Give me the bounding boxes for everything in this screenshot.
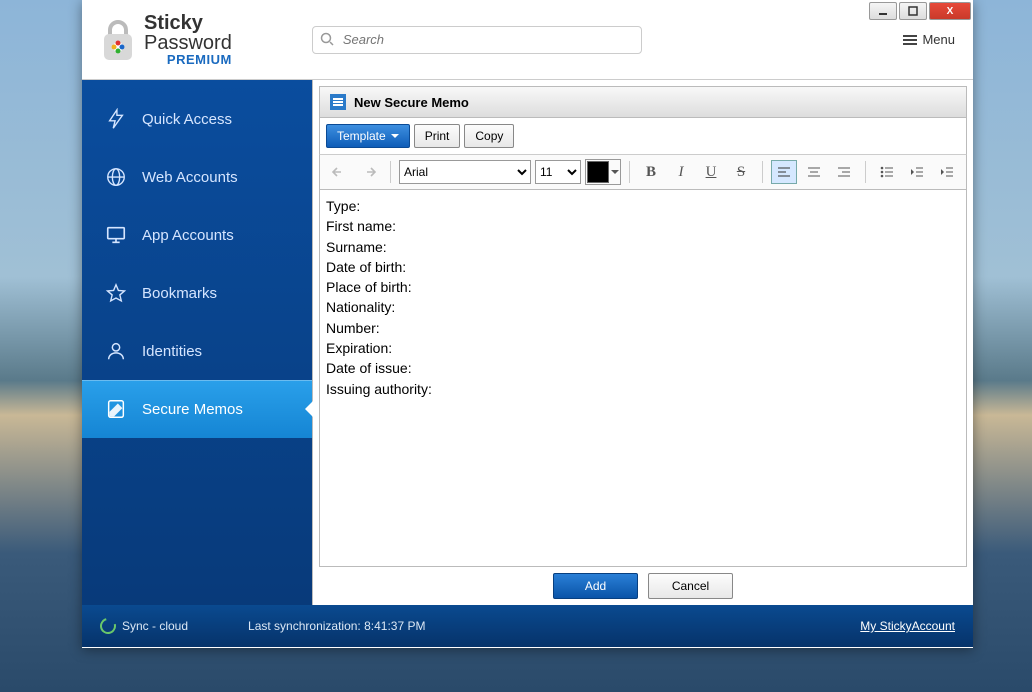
memo-line: Issuing authority:: [326, 379, 960, 399]
menu-label: Menu: [922, 32, 955, 47]
document-icon: [330, 94, 346, 110]
sidebar-item-bookmarks[interactable]: Bookmarks: [82, 264, 312, 322]
maximize-button[interactable]: [899, 2, 927, 20]
indent-button[interactable]: [934, 160, 960, 184]
redo-button[interactable]: [356, 160, 382, 184]
main-panel: New Secure Memo Template Print Copy: [312, 80, 973, 605]
align-right-button[interactable]: [831, 160, 857, 184]
cancel-button[interactable]: Cancel: [648, 573, 733, 599]
color-swatch-icon: [587, 161, 609, 183]
memo-line: Date of issue:: [326, 358, 960, 378]
underline-button[interactable]: U: [698, 160, 724, 184]
monitor-icon: [104, 223, 128, 247]
sidebar-item-web-accounts[interactable]: Web Accounts: [82, 148, 312, 206]
person-icon: [104, 339, 128, 363]
copy-button[interactable]: Copy: [464, 124, 514, 148]
app-logo: Sticky Password PREMIUM: [100, 13, 232, 66]
font-size-select[interactable]: 11: [535, 160, 581, 184]
sidebar-item-label: Quick Access: [142, 111, 232, 128]
sidebar-item-quick-access[interactable]: Quick Access: [82, 90, 312, 148]
status-bar: Sync - cloud Last synchronization: 8:41:…: [82, 605, 973, 647]
memo-line: Expiration:: [326, 338, 960, 358]
app-window: X Sticky Password PREMIUM: [82, 0, 973, 648]
sidebar-item-app-accounts[interactable]: App Accounts: [82, 206, 312, 264]
header: Sticky Password PREMIUM Menu: [82, 0, 973, 80]
outdent-button[interactable]: [904, 160, 930, 184]
memo-line: First name:: [326, 216, 960, 236]
hamburger-icon: [903, 33, 917, 47]
close-button[interactable]: X: [929, 2, 971, 20]
chevron-down-icon: [391, 134, 399, 142]
sidebar-item-label: Bookmarks: [142, 285, 217, 302]
window-controls: X: [869, 2, 971, 20]
font-color-picker[interactable]: [585, 159, 621, 185]
print-button[interactable]: Print: [414, 124, 461, 148]
search-icon: [320, 32, 334, 51]
my-account-link[interactable]: My StickyAccount: [860, 619, 955, 633]
undo-button[interactable]: [326, 160, 352, 184]
memo-icon: [104, 397, 128, 421]
format-toolbar: Arial 11 B I U S: [319, 154, 967, 190]
sidebar-item-label: Web Accounts: [142, 169, 238, 186]
panel-title: New Secure Memo: [354, 95, 469, 110]
italic-button[interactable]: I: [668, 160, 694, 184]
logo-line1: Sticky: [144, 13, 232, 33]
panel-header: New Secure Memo: [319, 86, 967, 118]
logo-line3: PREMIUM: [144, 53, 232, 66]
template-dropdown[interactable]: Template: [326, 124, 410, 148]
memo-line: Nationality:: [326, 297, 960, 317]
strikethrough-button[interactable]: S: [728, 160, 754, 184]
sync-status[interactable]: Sync - cloud: [100, 618, 188, 634]
bold-button[interactable]: B: [638, 160, 664, 184]
memo-line: Date of birth:: [326, 257, 960, 277]
font-select[interactable]: Arial: [399, 160, 531, 184]
sidebar-item-identities[interactable]: Identities: [82, 322, 312, 380]
logo-line2: Password: [144, 33, 232, 53]
memo-line: Surname:: [326, 237, 960, 257]
memo-line: Type:: [326, 196, 960, 216]
globe-icon: [104, 165, 128, 189]
search-input[interactable]: [312, 26, 642, 54]
bolt-icon: [104, 107, 128, 131]
memo-line: Number:: [326, 318, 960, 338]
sidebar-item-secure-memos[interactable]: Secure Memos: [82, 380, 312, 438]
action-row: Add Cancel: [319, 573, 967, 599]
action-toolbar: Template Print Copy: [319, 118, 967, 154]
last-sync-text: Last synchronization: 8:41:37 PM: [248, 619, 425, 633]
align-center-button[interactable]: [801, 160, 827, 184]
sidebar: Quick Access Web Accounts App Accounts B…: [82, 80, 312, 605]
bullet-list-button[interactable]: [874, 160, 900, 184]
menu-button[interactable]: Menu: [903, 32, 955, 47]
align-left-button[interactable]: [771, 160, 797, 184]
memo-line: Place of birth:: [326, 277, 960, 297]
sidebar-item-label: Identities: [142, 343, 202, 360]
padlock-icon: [100, 18, 136, 62]
chevron-down-icon: [611, 170, 619, 178]
search-box: [312, 26, 642, 54]
sidebar-item-label: App Accounts: [142, 227, 234, 244]
sidebar-item-label: Secure Memos: [142, 401, 243, 418]
sync-label: Sync - cloud: [122, 619, 188, 633]
memo-editor[interactable]: Type:First name:Surname:Date of birth:Pl…: [319, 190, 967, 567]
star-icon: [104, 281, 128, 305]
sync-icon: [97, 615, 119, 637]
minimize-button[interactable]: [869, 2, 897, 20]
add-button[interactable]: Add: [553, 573, 638, 599]
